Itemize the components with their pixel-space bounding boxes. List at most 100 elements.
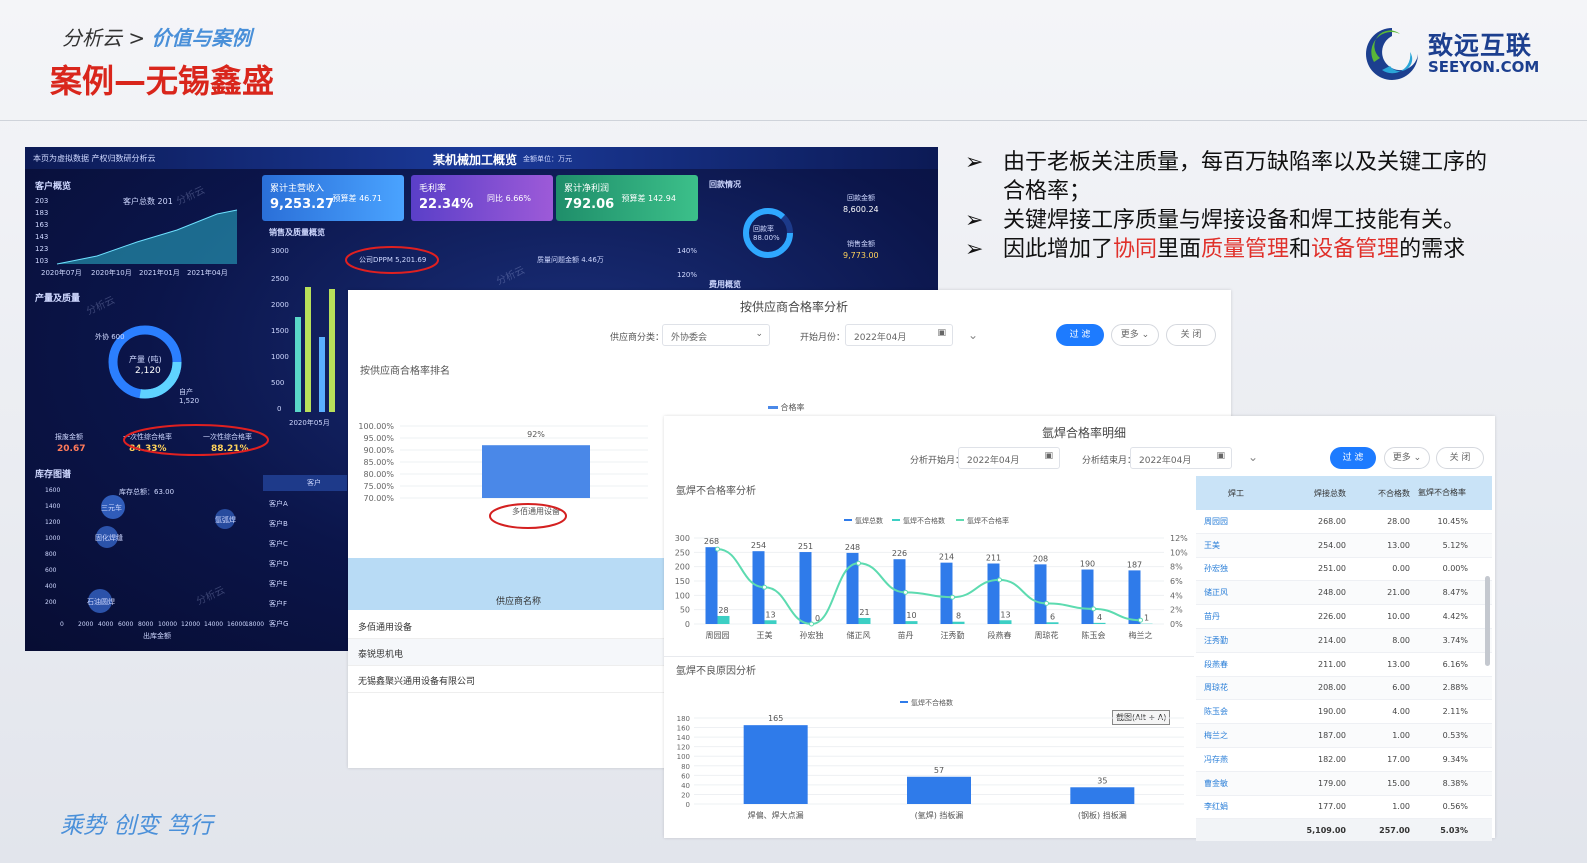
table-row[interactable]: 周琼花 208.00 6.00 2.88% — [1196, 676, 1492, 701]
expand-filters-icon[interactable]: ⌄ — [1248, 450, 1258, 464]
more-button[interactable]: 更多 ⌄ — [1111, 324, 1159, 346]
y2-tick-label: 0% — [1170, 620, 1183, 629]
table-row[interactable]: 多佰通用设备 — [348, 612, 664, 639]
welder-name[interactable]: 王美 — [1196, 540, 1276, 551]
y-tick-label: 60 — [681, 772, 690, 780]
bar — [1128, 570, 1141, 624]
legend-swatch — [768, 406, 778, 409]
welder-name[interactable]: 段燕春 — [1196, 659, 1276, 670]
table-row[interactable]: 王美 254.00 13.00 5.12% — [1196, 533, 1492, 558]
list-item: 客户C — [269, 540, 288, 548]
weld-rate: 6.16% — [1442, 659, 1468, 669]
table-scrollbar[interactable] — [1485, 576, 1490, 666]
weld-bad: 8.00 — [1392, 635, 1410, 645]
welder-name[interactable]: 冯存燕 — [1196, 754, 1276, 765]
data-label: 4 — [1097, 613, 1102, 622]
welder-name[interactable]: 汪秀勤 — [1196, 635, 1276, 646]
analysis-end-picker[interactable]: 2022年04月 ▣ — [1130, 447, 1232, 469]
bullet-text: 由于老板关注质量，每百万缺陷率以及关键工序的合格率； — [1003, 150, 1488, 204]
tick-label: 143 — [35, 233, 49, 241]
welder-name[interactable]: 曹金敏 — [1196, 778, 1276, 789]
tick-label: 0 — [277, 405, 282, 413]
kpi-sub: 同比 6.66% — [487, 194, 531, 203]
table-row[interactable]: 梅兰之 187.00 1.00 0.53% — [1196, 724, 1492, 748]
kpi-value: 9,253.27 — [270, 197, 335, 212]
weld-rate: 8.47% — [1442, 588, 1468, 598]
section-customer: 客户概览 — [35, 182, 72, 192]
bar-xlabel: 2020年05月 — [289, 419, 330, 427]
filter-button[interactable]: 过 滤 — [1056, 324, 1104, 346]
expand-filters-icon[interactable]: ⌄ — [968, 328, 978, 342]
start-month-picker[interactable]: 2022年04月 ▣ — [845, 324, 953, 346]
bar — [705, 547, 718, 624]
watermark: 分析云 — [84, 294, 117, 318]
data-label: 28 — [718, 606, 728, 615]
table-row[interactable]: 储正风 248.00 21.00 8.47% — [1196, 581, 1492, 606]
y2-tick-label: 12% — [1170, 534, 1188, 543]
welder-name[interactable]: 苗丹 — [1196, 611, 1276, 622]
y-tick-label: 0 — [685, 620, 690, 629]
welder-name[interactable]: 周琼花 — [1196, 682, 1276, 693]
bubble-label: 固化焊缝 — [95, 534, 123, 542]
bar — [1034, 564, 1047, 624]
kpi-value: 792.06 — [564, 197, 615, 212]
close-button[interactable]: 关 闭 — [1166, 324, 1216, 346]
data-label: 165 — [768, 714, 783, 723]
rate-line — [717, 548, 1141, 626]
col-header: 供应商名称 — [496, 597, 542, 607]
col-header: 焊接总数 — [1314, 488, 1346, 498]
more-label: 更多 — [1392, 453, 1411, 463]
table-header: 焊工 焊接总数 不合格数 氩焊不合格率 — [1196, 476, 1492, 510]
welder-name[interactable]: 周园园 — [1196, 516, 1276, 527]
table-row[interactable]: 曹金敏 179.00 15.00 8.38% — [1196, 771, 1492, 796]
analysis-start-picker[interactable]: 2022年04月 ▣ — [958, 447, 1060, 469]
y2-tick-label: 2% — [1170, 606, 1183, 615]
weld-bad: 6.00 — [1392, 683, 1410, 693]
welding-pass-rate-panel: 氩焊合格率明细 分析开始月： 2022年04月 ▣ 分析结束月： 2022年04月… — [664, 416, 1495, 842]
weld-total: 187.00 — [1318, 731, 1346, 741]
breadcrumb-active: 价值与案例 — [151, 26, 252, 50]
table-row[interactable]: 段燕春 211.00 13.00 6.16% — [1196, 653, 1492, 677]
table-row[interactable]: 苗丹 226.00 10.00 4.42% — [1196, 605, 1492, 629]
more-button[interactable]: 更多 ⌄ — [1384, 447, 1430, 469]
kpi-profit: 累计净利润 792.06 预算差 142.94 — [556, 175, 698, 221]
kpi-sub: 预算差 46.71 — [332, 194, 382, 203]
chart-title: 按供应商合格率排名 — [360, 366, 450, 377]
supplier-category-select[interactable]: 外协委会 ⌄ — [662, 324, 770, 346]
payment-value: 8,600.24 — [843, 205, 879, 214]
table-row[interactable]: 陈玉会 190.00 4.00 2.11% — [1196, 700, 1492, 725]
welder-name[interactable]: 陈玉会 — [1196, 706, 1276, 717]
data-label: 13 — [1000, 610, 1010, 619]
weld-bad: 15.00 — [1387, 778, 1410, 788]
rate-point — [903, 589, 908, 595]
table-row[interactable]: 泰锐思机电 — [348, 639, 664, 666]
filter-button[interactable]: 过 滤 — [1330, 447, 1376, 469]
table-row[interactable]: 冯存燕 182.00 17.00 9.34% — [1196, 748, 1492, 772]
y-tick-label: 80 — [681, 763, 690, 771]
table-row[interactable]: 无锡鑫聚兴通用设备有限公司 — [348, 666, 664, 693]
welder-name[interactable]: 李红娟 — [1196, 801, 1276, 812]
table-row[interactable]: 汪秀勤 214.00 8.00 3.74% — [1196, 628, 1492, 653]
y-tick-label: 100.00% — [358, 422, 394, 431]
rate-point — [715, 546, 720, 552]
chart-legend: 合格率 — [768, 402, 805, 413]
y-tick-label: 100 — [677, 753, 690, 761]
table-row[interactable]: 孙宏独 251.00 0.00 0.00% — [1196, 558, 1492, 582]
welder-name[interactable]: 梅兰之 — [1196, 730, 1276, 741]
data-label: 8 — [956, 612, 961, 621]
welder-name[interactable]: 孙宏独 — [1196, 563, 1276, 574]
tick-label: 203 — [35, 197, 49, 205]
table-row[interactable]: 李红娟 177.00 1.00 0.56% — [1196, 796, 1492, 820]
welder-name[interactable]: 储正风 — [1196, 587, 1276, 598]
donut-label: 产量 (吨) — [129, 355, 162, 364]
weld-rate: 0.53% — [1442, 731, 1468, 741]
close-button[interactable]: 关 闭 — [1436, 447, 1484, 469]
data-label: 21 — [859, 608, 869, 617]
bar — [482, 445, 590, 498]
bar — [764, 620, 777, 624]
table-row[interactable]: 周园园 268.00 28.00 10.45% — [1196, 510, 1492, 534]
sales-defect-label: 质量问题金额 4.46万 — [537, 256, 604, 264]
weld-total: 251.00 — [1318, 564, 1346, 574]
bullet-item: ➢ 因此增加了协同里面质量管理和设备管理的需求 — [965, 235, 1495, 264]
weld-rate: 8.38% — [1442, 778, 1468, 788]
